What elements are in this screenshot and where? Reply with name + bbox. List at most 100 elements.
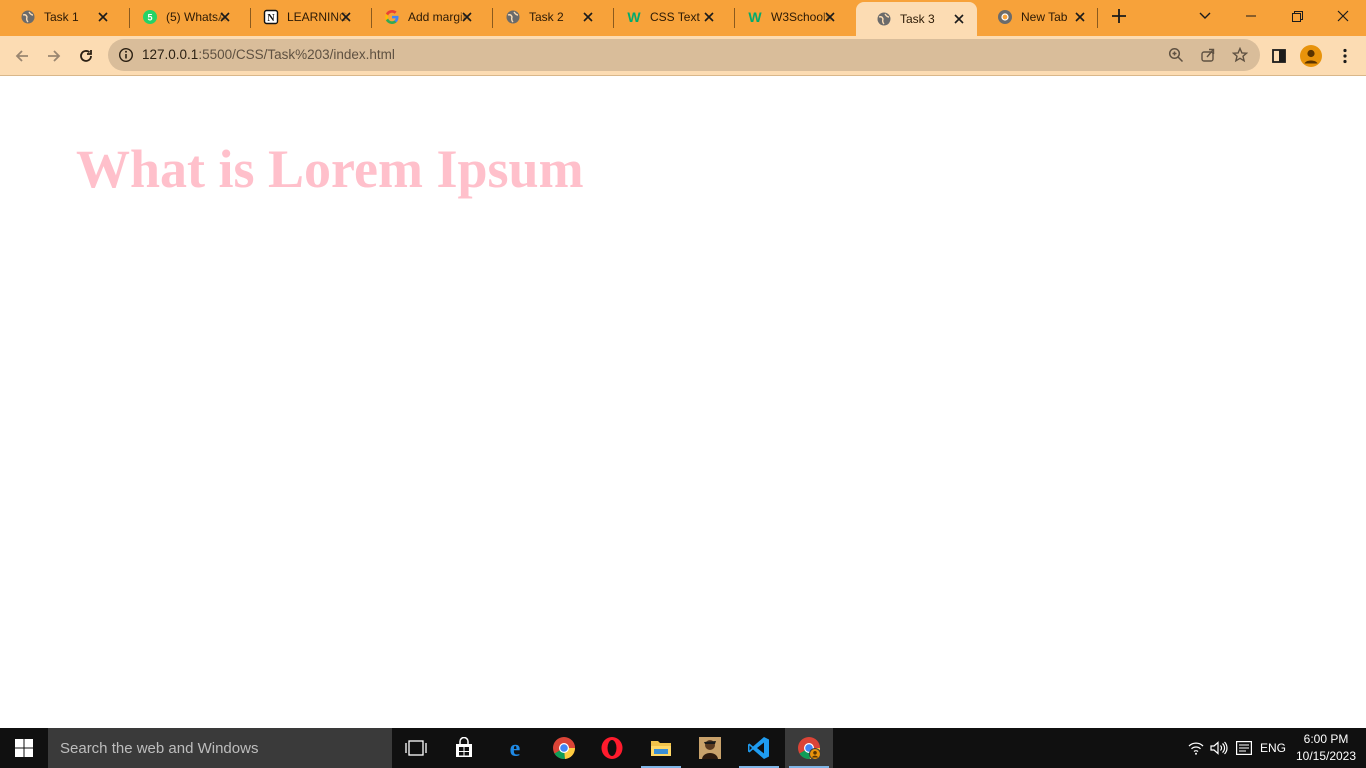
minimize-icon <box>1246 15 1256 17</box>
action-center-icon <box>1236 741 1252 755</box>
arrow-right-icon <box>48 50 61 62</box>
store-app[interactable] <box>440 728 488 768</box>
clock[interactable]: 6:00 PM 10/15/2023 <box>1294 731 1358 765</box>
tab-css-text[interactable]: W CSS Text <box>606 0 727 34</box>
vscode-icon <box>748 737 769 759</box>
clock-time: 6:00 PM <box>1303 732 1349 746</box>
photo-app[interactable] <box>686 728 734 768</box>
tab-strip: Task 1 5 (5) WhatsApp N LEARNING Add mar… <box>0 0 1366 36</box>
tab-google[interactable]: Add margin <box>364 0 485 34</box>
kebab-menu-icon <box>1343 48 1347 64</box>
close-tab-icon[interactable] <box>217 9 233 25</box>
volume-tray[interactable] <box>1209 728 1229 768</box>
close-tab-icon[interactable] <box>701 9 717 25</box>
wifi-tray[interactable] <box>1186 728 1206 768</box>
arrow-left-icon <box>15 50 28 62</box>
opera-app[interactable] <box>588 728 636 768</box>
input-language[interactable]: ENG <box>1260 741 1286 755</box>
close-tab-icon[interactable] <box>95 9 111 25</box>
taskbar-search-box[interactable]: Search the web and Windows <box>48 728 392 768</box>
whatsapp-icon: 5 <box>142 9 158 25</box>
tab-task-1[interactable]: Task 1 <box>0 0 121 34</box>
browser-toolbar: 127.0.0.1:5500/CSS/Task%203/index.html <box>0 36 1366 76</box>
tab-separator <box>1097 8 1098 28</box>
plus-icon <box>1112 9 1126 23</box>
share-icon[interactable] <box>1200 47 1216 63</box>
reload-button[interactable] <box>72 42 100 70</box>
vscode-app[interactable] <box>735 728 783 768</box>
file-explorer-app[interactable] <box>637 728 685 768</box>
info-icon[interactable] <box>118 47 134 63</box>
tab-whatsapp[interactable]: 5 (5) WhatsApp <box>122 0 243 34</box>
bookmark-star-icon[interactable] <box>1231 46 1249 63</box>
side-panel-button[interactable] <box>1265 42 1293 70</box>
address-bar[interactable]: 127.0.0.1:5500/CSS/Task%203/index.html <box>108 39 1260 71</box>
minimize-button[interactable] <box>1228 0 1274 32</box>
w3schools-icon: W <box>626 9 642 25</box>
svg-text:W: W <box>627 9 641 25</box>
svg-text:N: N <box>267 13 275 24</box>
notifications-tray[interactable] <box>1234 728 1254 768</box>
windows-logo-icon <box>15 739 33 757</box>
task-view-button[interactable] <box>392 728 440 768</box>
task-view-icon <box>405 740 427 756</box>
tab-notion[interactable]: N LEARNING <box>243 0 364 34</box>
chrome-profile-app[interactable] <box>785 728 833 768</box>
menu-button[interactable] <box>1331 42 1359 70</box>
url-host: 127.0.0.1 <box>142 47 199 62</box>
close-tab-icon[interactable] <box>951 11 967 27</box>
close-icon <box>1337 10 1349 22</box>
search-placeholder: Search the web and Windows <box>60 740 259 757</box>
tab-task-3[interactable]: Task 3 <box>856 2 977 36</box>
zoom-icon[interactable] <box>1168 47 1184 63</box>
google-icon <box>384 9 400 25</box>
volume-icon <box>1210 741 1228 755</box>
w3schools-icon: W <box>747 9 763 25</box>
tab-search-button[interactable] <box>1190 0 1220 32</box>
opera-icon <box>601 737 623 759</box>
close-tab-icon[interactable] <box>580 9 596 25</box>
chrome-app[interactable] <box>540 728 588 768</box>
avatar-icon <box>1300 45 1322 67</box>
url-text[interactable]: 127.0.0.1:5500/CSS/Task%203/index.html <box>142 47 395 62</box>
tab-task-2[interactable]: Task 2 <box>485 0 606 34</box>
url-path: :5500/CSS/Task%203/index.html <box>198 47 395 62</box>
windows-taskbar: Search the web and Windows e ENG 6:00 PM… <box>0 728 1366 768</box>
tab-w3schools[interactable]: W W3Schools <box>727 0 848 34</box>
start-button[interactable] <box>0 728 48 768</box>
new-tab-button[interactable] <box>1106 0 1132 32</box>
close-tab-icon[interactable] <box>822 9 838 25</box>
edge-app[interactable]: e <box>491 728 539 768</box>
close-tab-icon[interactable] <box>459 9 475 25</box>
svg-text:5: 5 <box>147 13 152 23</box>
folder-icon <box>651 741 671 756</box>
globe-icon <box>505 9 521 25</box>
store-icon <box>456 737 472 757</box>
wifi-icon <box>1188 742 1204 755</box>
profile-button[interactable] <box>1297 42 1325 70</box>
chrome-icon <box>997 9 1013 25</box>
close-window-button[interactable] <box>1320 0 1366 32</box>
page-heading: What is Lorem Ipsum <box>76 139 584 199</box>
globe-icon <box>876 11 892 27</box>
reload-icon <box>80 50 92 62</box>
tab-new-tab[interactable]: New Tab <box>977 0 1098 34</box>
chrome-icon <box>553 737 576 760</box>
notion-icon: N <box>263 9 279 25</box>
svg-text:e: e <box>510 737 521 759</box>
edge-icon: e <box>510 737 521 759</box>
forward-button[interactable] <box>40 42 68 70</box>
close-tab-icon[interactable] <box>1072 9 1088 25</box>
restore-button[interactable] <box>1274 0 1320 32</box>
back-button[interactable] <box>8 42 36 70</box>
close-tab-icon[interactable] <box>338 9 354 25</box>
svg-text:W: W <box>748 9 762 25</box>
side-panel-icon <box>1272 49 1286 63</box>
web-page-content: What is Lorem Ipsum <box>0 77 1366 728</box>
photo-app-icon <box>699 737 721 759</box>
chrome-profile-icon <box>798 737 821 760</box>
clock-date: 10/15/2023 <box>1295 749 1357 763</box>
globe-icon <box>20 9 36 25</box>
chevron-down-icon <box>1199 12 1211 19</box>
restore-icon <box>1291 10 1303 22</box>
